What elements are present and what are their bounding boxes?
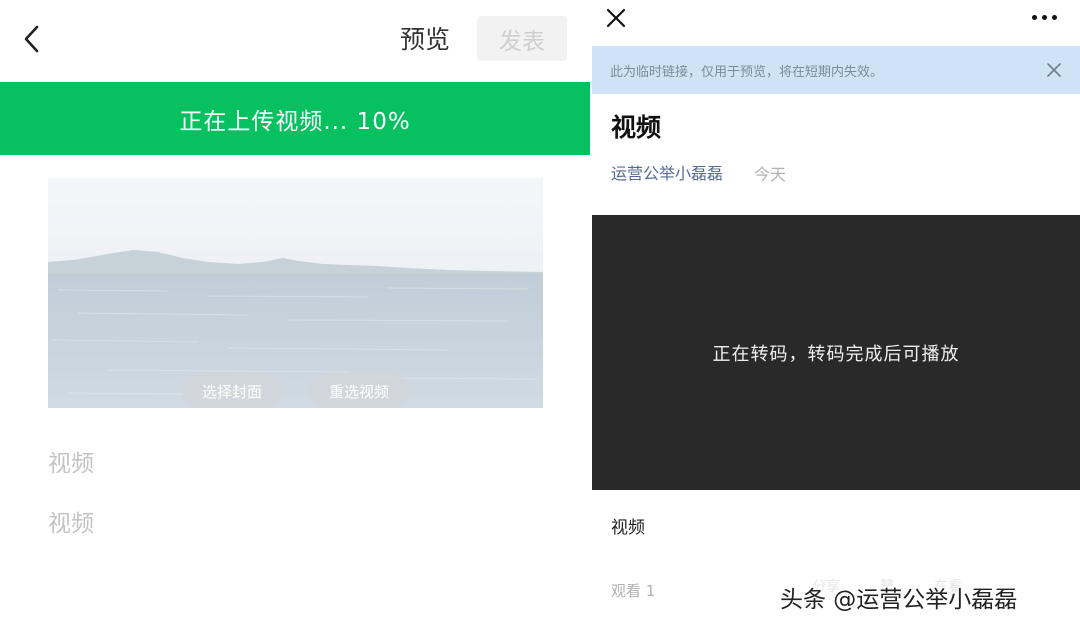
more-dots-icon bbox=[1032, 14, 1037, 20]
close-icon bbox=[606, 8, 626, 28]
more-options-button[interactable] bbox=[1032, 10, 1062, 24]
transcoding-message: 正在转码，转码完成后可播放 bbox=[712, 343, 960, 365]
more-dots-icon bbox=[1052, 14, 1057, 20]
title-input[interactable]: 视频 bbox=[48, 448, 94, 480]
more-dots-icon bbox=[1042, 14, 1047, 20]
publish-button[interactable]: 发表 bbox=[477, 16, 567, 61]
chevron-left-icon bbox=[24, 25, 39, 53]
video-player[interactable]: 正在转码，转码完成后可播放 bbox=[592, 215, 1080, 490]
video-thumbnail[interactable] bbox=[48, 178, 543, 408]
publish-date: 今天 bbox=[754, 165, 787, 184]
close-button[interactable] bbox=[604, 6, 628, 30]
back-button[interactable] bbox=[14, 22, 48, 56]
upload-progress-banner: 正在上传视频... 10% bbox=[0, 82, 590, 155]
notice-text: 此为临时链接，仅用于预览，将在短期内失效。 bbox=[610, 65, 884, 80]
video-caption: 视频 bbox=[611, 518, 645, 538]
choose-cover-button[interactable]: 选择封面 bbox=[182, 374, 282, 408]
view-count: 观看 1 bbox=[611, 582, 656, 600]
editor-panel: 预览 发表 正在上传视频... 10% 选择封面 重选视频 视频 视频 bbox=[0, 0, 590, 628]
article-title: 视频 bbox=[611, 113, 662, 142]
preview-button[interactable]: 预览 bbox=[400, 22, 450, 58]
close-icon bbox=[1047, 63, 1061, 77]
notice-close-button[interactable] bbox=[1046, 62, 1062, 78]
watermark: 头条 @运营公举小磊磊 bbox=[780, 587, 1018, 613]
reselect-video-button[interactable]: 重选视频 bbox=[309, 374, 409, 408]
author-link[interactable]: 运营公举小磊磊 bbox=[611, 160, 723, 184]
temporary-link-notice: 此为临时链接，仅用于预览，将在短期内失效。 bbox=[592, 46, 1080, 94]
description-input[interactable]: 视频 bbox=[48, 508, 94, 540]
preview-panel: 此为临时链接，仅用于预览，将在短期内失效。 视频 运营公举小磊磊 今天 正在转码… bbox=[592, 0, 1080, 628]
